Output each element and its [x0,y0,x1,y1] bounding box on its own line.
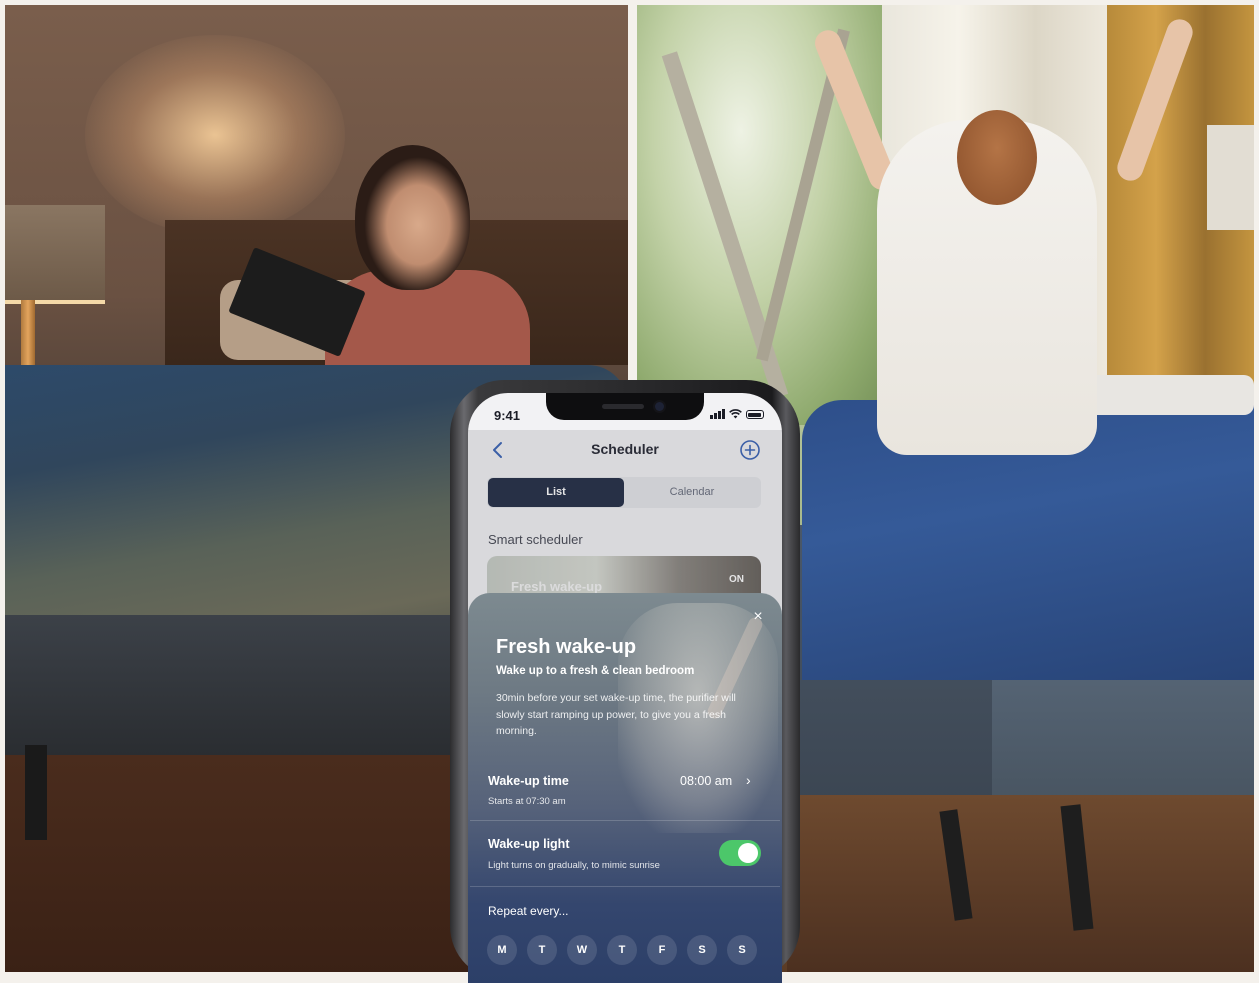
sheet-description: 30min before your set wake-up time, the … [496,692,736,737]
day-friday[interactable]: F [647,935,677,965]
bed-leg [25,745,47,840]
toggle-knob [738,843,758,863]
speaker-grille [602,404,644,409]
day-tuesday[interactable]: T [527,935,557,965]
wake-time-subtext: Starts at 07:30 am [488,796,566,807]
wifi-icon [728,409,742,419]
day-thursday[interactable]: T [607,935,637,965]
bed-sheet [1077,375,1254,415]
day-sunday[interactable]: S [727,935,757,965]
wake-time-value[interactable]: 08:00 am [680,774,732,788]
day-wednesday[interactable]: W [567,935,597,965]
status-time: 9:41 [494,408,521,423]
day-monday[interactable]: M [487,935,517,965]
lamp [1207,125,1254,230]
status-icons [710,409,764,419]
wake-time-label[interactable]: Wake-up time [488,774,569,788]
wake-light-subtext: Light turns on gradually, to mimic sunri… [488,860,660,871]
day-saturday[interactable]: S [687,935,717,965]
lamp-glow [85,35,345,235]
camera-icon [655,402,664,411]
divider [470,886,780,887]
lamp-shade [5,205,105,304]
wake-light-label: Wake-up light [488,837,570,851]
close-icon[interactable]: × [749,608,767,626]
signal-icon [710,409,725,419]
repeat-label: Repeat every... [488,904,569,918]
sheet-title: Fresh wake-up [496,636,637,658]
chevron-right-icon[interactable]: › [746,772,751,788]
divider [470,820,780,821]
wood-floor [787,795,1254,972]
person-head [957,110,1037,205]
repeat-days: M T W T F S S [487,935,757,965]
battery-icon [745,410,764,419]
reading-person-head [355,145,470,290]
sheet-subtitle: Wake up to a fresh & clean bedroom [496,665,695,677]
